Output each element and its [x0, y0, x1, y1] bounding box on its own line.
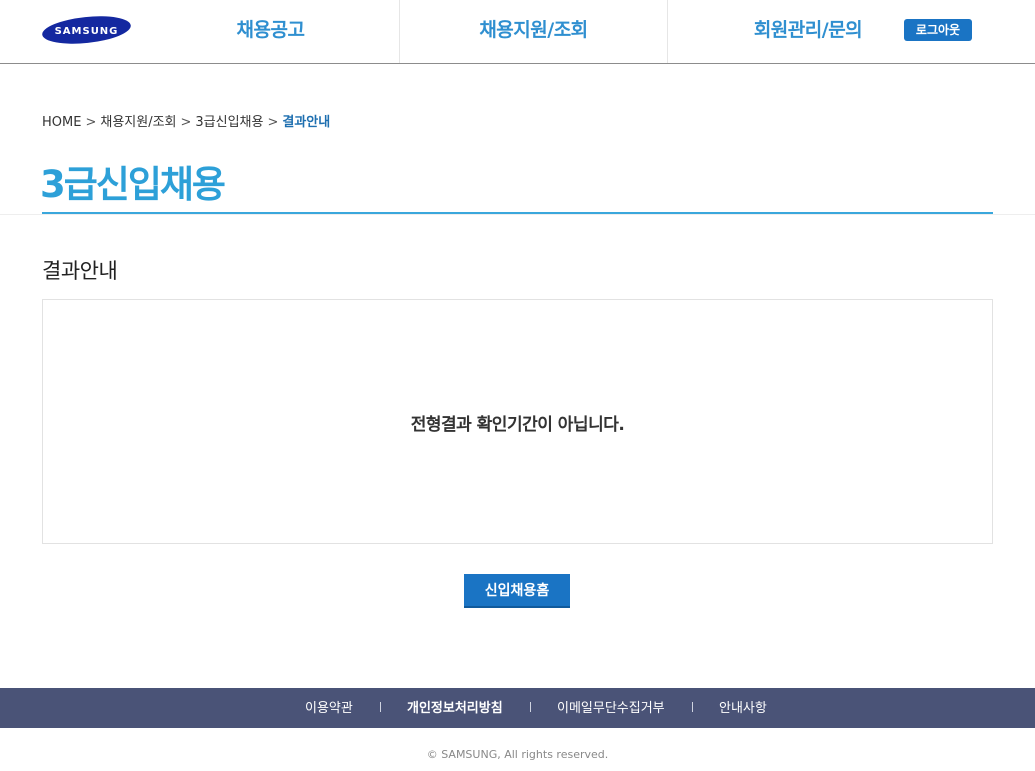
breadcrumb-current: 결과안내	[282, 115, 331, 130]
copyright: © SAMSUNG, All rights reserved.	[426, 748, 609, 761]
logo-text: SAMSUNG	[55, 26, 119, 37]
breadcrumb-apply-inquiry[interactable]: 채용지원/조회	[100, 115, 176, 130]
breadcrumb-home[interactable]: HOME	[42, 115, 81, 130]
footer-divider	[380, 702, 381, 712]
result-message: 전형결과 확인기간이 아닙니다.	[410, 415, 625, 435]
section-title: 결과안내	[42, 259, 118, 283]
breadcrumb-recruit[interactable]: 3급신입채용	[195, 115, 263, 130]
title-divider	[0, 214, 1035, 215]
footer-link-notice[interactable]: 안내사항	[719, 688, 767, 728]
page-title: 3급신입채용	[40, 163, 226, 206]
footer-bar: 이용약관 개인정보처리방침 이메일무단수집거부 안내사항	[0, 688, 1035, 728]
samsung-logo[interactable]: SAMSUNG	[42, 15, 131, 45]
footer-divider	[530, 702, 531, 712]
nav-item-job-postings[interactable]: 채용공고	[142, 0, 399, 63]
logout-button[interactable]: 로그아웃	[904, 19, 972, 41]
result-box: 전형결과 확인기간이 아닙니다.	[42, 299, 993, 544]
footer-divider	[692, 702, 693, 712]
footer-link-terms[interactable]: 이용약관	[305, 688, 353, 728]
chevron-right-icon: >	[180, 115, 192, 130]
recruit-home-button[interactable]: 신입채용홈	[464, 574, 570, 608]
site-header: SAMSUNG 채용공고 채용지원/조회 회원관리/문의 로그아웃	[0, 0, 1035, 64]
nav-item-apply-inquiry[interactable]: 채용지원/조회	[400, 0, 667, 63]
chevron-right-icon: >	[85, 115, 97, 130]
footer-link-email-refusal[interactable]: 이메일무단수집거부	[557, 688, 665, 728]
breadcrumb: HOME > 채용지원/조회 >3급신입채용 > 결과안내	[42, 111, 330, 130]
footer-link-privacy[interactable]: 개인정보처리방침	[407, 688, 503, 728]
chevron-right-icon: >	[267, 115, 279, 130]
